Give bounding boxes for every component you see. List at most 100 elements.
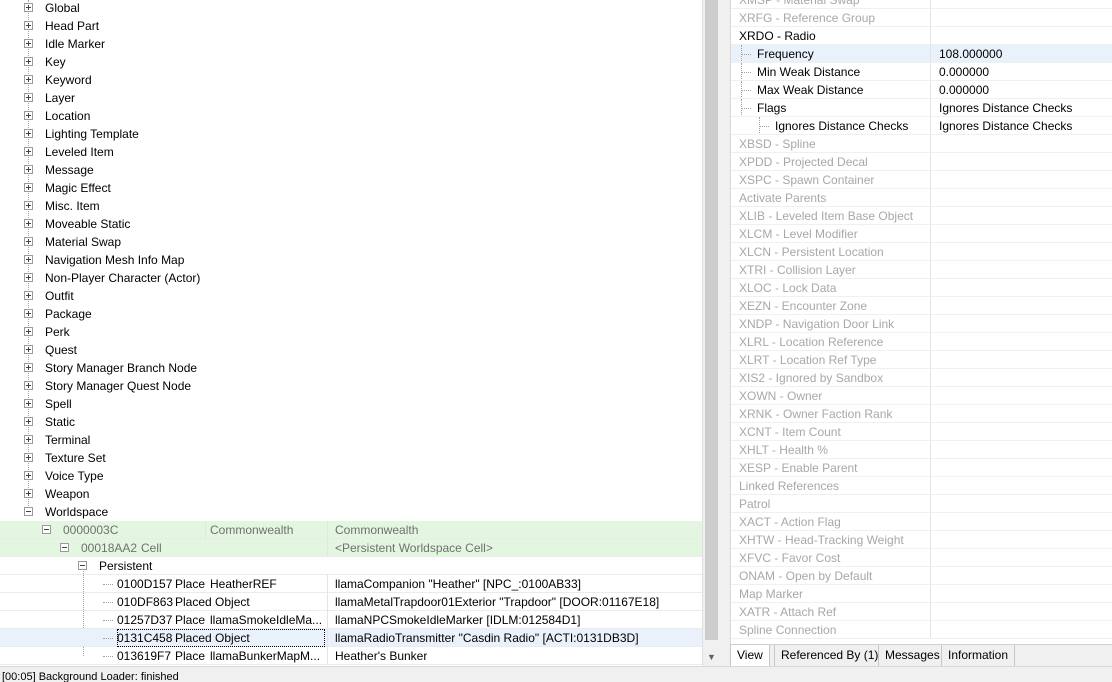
tab-view[interactable]: View: [730, 645, 770, 667]
reference-row[interactable]: 0100D157 Place HeatherREF llamaCompanion "H…: [0, 575, 702, 593]
property-row[interactable]: XIS2 - Ignored by Sandbox: [731, 369, 1112, 387]
collapse-icon[interactable]: [60, 543, 69, 552]
property-row[interactable]: ONAM - Open by Default: [731, 567, 1112, 585]
property-row[interactable]: Map Marker: [731, 585, 1112, 603]
property-row[interactable]: XPDD - Projected Decal: [731, 153, 1112, 171]
tab-information[interactable]: Information: [941, 645, 1016, 667]
tree-category-item[interactable]: Material Swap: [0, 233, 702, 251]
property-row[interactable]: XNDP - Navigation Door Link: [731, 315, 1112, 333]
expand-icon[interactable]: [24, 39, 33, 48]
tree-category-item[interactable]: Spell: [0, 395, 702, 413]
property-row[interactable]: XOWN - Owner: [731, 387, 1112, 405]
pane-splitter[interactable]: [719, 0, 730, 666]
expand-icon[interactable]: [24, 327, 33, 336]
property-row[interactable]: XHLT - Health %: [731, 441, 1112, 459]
property-row[interactable]: XESP - Enable Parent: [731, 459, 1112, 477]
tree-category-item[interactable]: Voice Type: [0, 467, 702, 485]
tree-category-item[interactable]: Perk: [0, 323, 702, 341]
expand-icon[interactable]: [24, 129, 33, 138]
property-row[interactable]: XMSP - Material Swap: [731, 0, 1112, 9]
tree-category-item[interactable]: Idle Marker: [0, 35, 702, 53]
property-row[interactable]: XTRI - Collision Layer: [731, 261, 1112, 279]
expand-icon[interactable]: [24, 75, 33, 84]
property-row[interactable]: XLRL - Location Reference: [731, 333, 1112, 351]
expand-icon[interactable]: [24, 93, 33, 102]
reference-row[interactable]: 0131C458 Placed Object llamaRadioTransmitt…: [0, 629, 702, 647]
tree-category-item[interactable]: Misc. Item: [0, 197, 702, 215]
property-row[interactable]: XBSD - Spline: [731, 135, 1112, 153]
tab-messages[interactable]: Messages: [878, 645, 947, 667]
expand-icon[interactable]: [24, 273, 33, 282]
tab-referenced-by[interactable]: Referenced By (1): [774, 645, 886, 667]
persistent-group-row[interactable]: Persistent: [0, 557, 702, 575]
expand-icon[interactable]: [24, 381, 33, 390]
property-row[interactable]: XFVC - Favor Cost: [731, 549, 1112, 567]
tree-scrollbar[interactable]: ▼: [702, 0, 719, 666]
collapse-icon[interactable]: [42, 525, 51, 534]
collapse-icon[interactable]: [24, 507, 33, 516]
property-row[interactable]: Min Weak Distance 0.000000: [731, 63, 1112, 81]
cell-row[interactable]: 00018AA2 Cell <Persistent Worldspace Cell>: [0, 539, 702, 557]
collapse-icon[interactable]: [78, 561, 87, 570]
tree-category-item[interactable]: Key: [0, 53, 702, 71]
navigation-tree[interactable]: Global Head Part Idle Marker Key Keyword Laye…: [0, 0, 702, 666]
property-row[interactable]: Ignores Distance Checks Ignores Distance …: [731, 117, 1112, 135]
tree-category-item[interactable]: Global: [0, 0, 702, 17]
tree-category-item[interactable]: Texture Set: [0, 449, 702, 467]
tree-category-item[interactable]: Magic Effect: [0, 179, 702, 197]
expand-icon[interactable]: [24, 3, 33, 12]
expand-icon[interactable]: [24, 345, 33, 354]
tree-category-item[interactable]: Lighting Template: [0, 125, 702, 143]
property-row[interactable]: Max Weak Distance 0.000000: [731, 81, 1112, 99]
property-value[interactable]: 0.000000: [939, 81, 1112, 99]
expand-icon[interactable]: [24, 471, 33, 480]
tree-category-item[interactable]: Weapon: [0, 485, 702, 503]
scrollbar-thumb[interactable]: [705, 0, 718, 640]
tree-category-item[interactable]: Static: [0, 413, 702, 431]
expand-icon[interactable]: [24, 399, 33, 408]
property-row[interactable]: XEZN - Encounter Zone: [731, 297, 1112, 315]
tree-category-item[interactable]: Outfit: [0, 287, 702, 305]
expand-icon[interactable]: [24, 165, 33, 174]
scroll-down-icon[interactable]: ▼: [703, 649, 720, 666]
property-row[interactable]: XLOC - Lock Data: [731, 279, 1112, 297]
expand-icon[interactable]: [24, 291, 33, 300]
property-row[interactable]: XHTW - Head-Tracking Weight: [731, 531, 1112, 549]
expand-icon[interactable]: [24, 489, 33, 498]
property-row[interactable]: Spline Connection: [731, 621, 1112, 639]
tree-category-item[interactable]: Non-Player Character (Actor): [0, 269, 702, 287]
property-value[interactable]: 108.000000: [939, 45, 1112, 63]
reference-row[interactable]: 010DF863 Placed Object llamaMetalTrapdoor0…: [0, 593, 702, 611]
expand-icon[interactable]: [24, 255, 33, 264]
expand-icon[interactable]: [24, 21, 33, 30]
tree-category-item[interactable]: Terminal: [0, 431, 702, 449]
expand-icon[interactable]: [24, 435, 33, 444]
tree-category-item[interactable]: Keyword: [0, 71, 702, 89]
property-value[interactable]: Ignores Distance Checks: [939, 99, 1112, 117]
tree-category-item[interactable]: Navigation Mesh Info Map: [0, 251, 702, 269]
property-row[interactable]: XLCN - Persistent Location: [731, 243, 1112, 261]
expand-icon[interactable]: [24, 57, 33, 66]
property-row[interactable]: Activate Parents: [731, 189, 1112, 207]
property-value[interactable]: 0.000000: [939, 63, 1112, 81]
reference-row[interactable]: 013619F7 Place llamaBunkerMapM... Heather's…: [0, 647, 702, 665]
property-row[interactable]: XLCM - Level Modifier: [731, 225, 1112, 243]
tree-category-item[interactable]: Layer: [0, 89, 702, 107]
property-row[interactable]: XLRT - Location Ref Type: [731, 351, 1112, 369]
property-row[interactable]: XACT - Action Flag: [731, 513, 1112, 531]
property-row[interactable]: Patrol: [731, 495, 1112, 513]
expand-icon[interactable]: [24, 147, 33, 156]
property-row[interactable]: Linked References: [731, 477, 1112, 495]
tree-category-item[interactable]: Quest: [0, 341, 702, 359]
tree-category-item[interactable]: Leveled Item: [0, 143, 702, 161]
expand-icon[interactable]: [24, 201, 33, 210]
property-row[interactable]: XSPC - Spawn Container: [731, 171, 1112, 189]
reference-row[interactable]: 01257D37 Place llamaSmokeIdleMa... llamaNPC…: [0, 611, 702, 629]
worldspace-row[interactable]: 0000003C Commonwealth Commonwealth: [0, 521, 702, 539]
property-row[interactable]: XRDO - Radio: [731, 27, 1112, 45]
expand-icon[interactable]: [24, 237, 33, 246]
tree-category-item[interactable]: Worldspace: [0, 503, 702, 521]
expand-icon[interactable]: [24, 453, 33, 462]
property-row[interactable]: Flags Ignores Distance Checks: [731, 99, 1112, 117]
tree-category-item[interactable]: Package: [0, 305, 702, 323]
